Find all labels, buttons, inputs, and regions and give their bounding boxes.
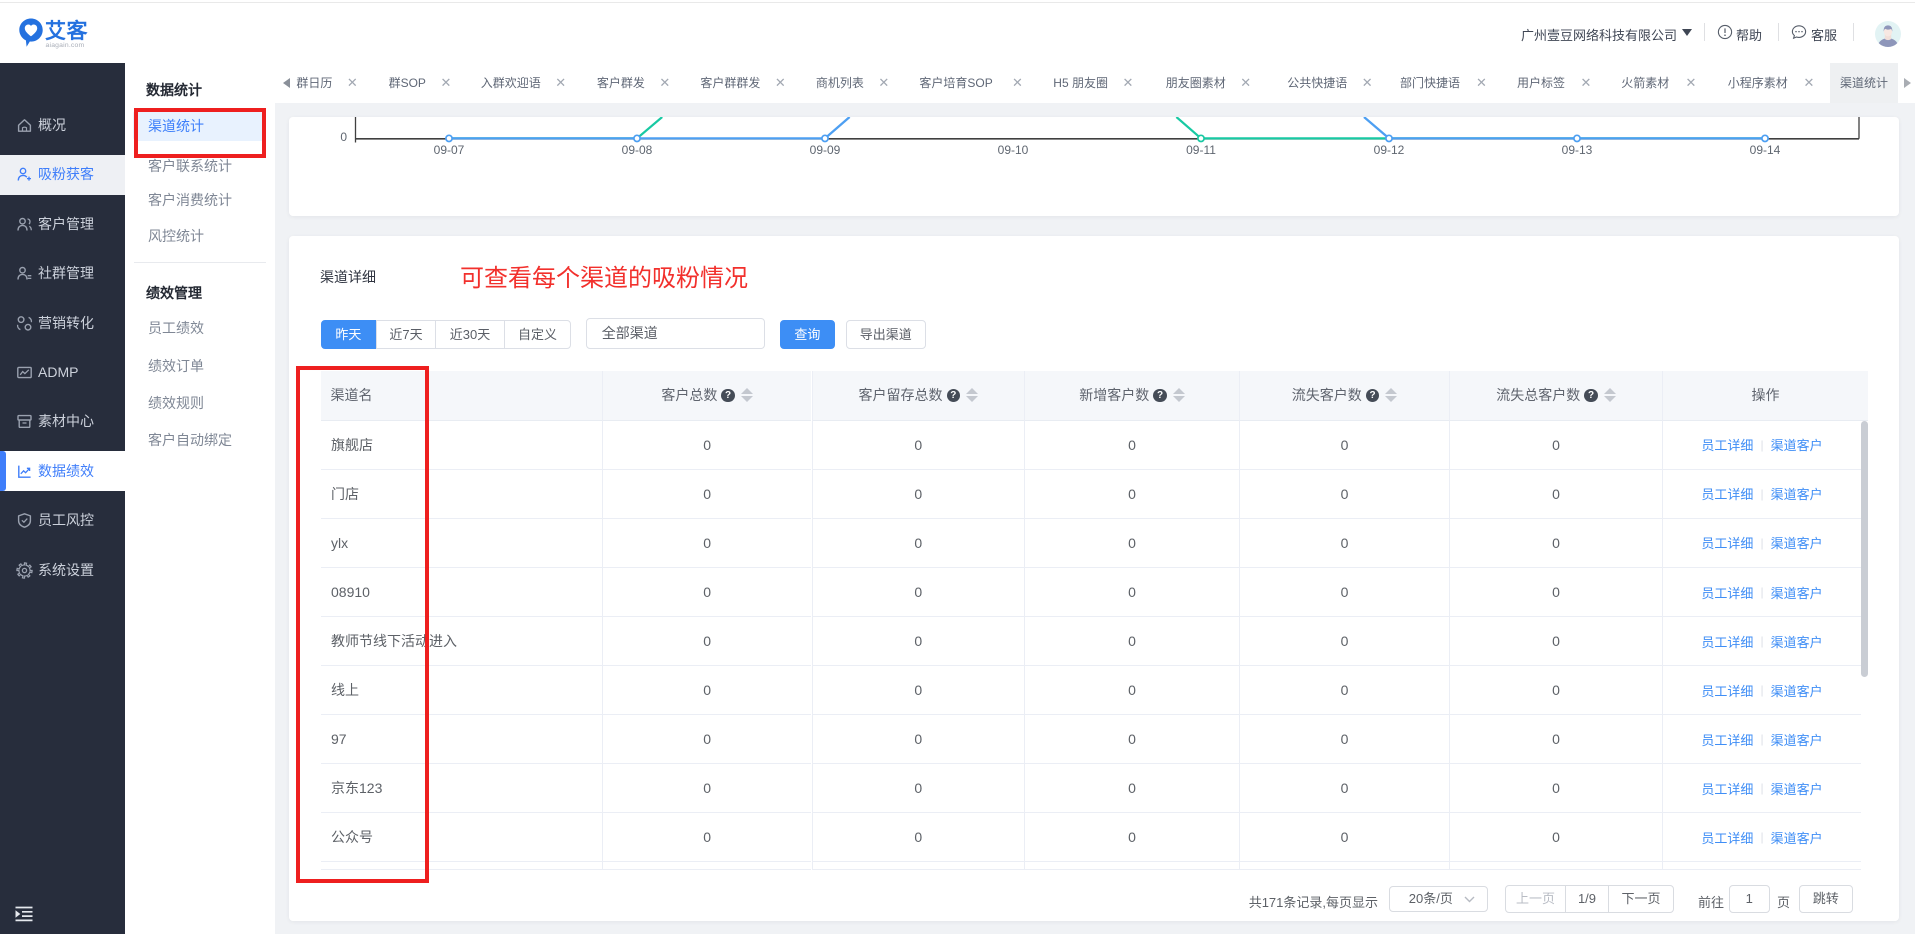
svg-text:艾客: 艾客 (45, 19, 88, 43)
svg-text:aiagain.com: aiagain.com (46, 42, 85, 49)
